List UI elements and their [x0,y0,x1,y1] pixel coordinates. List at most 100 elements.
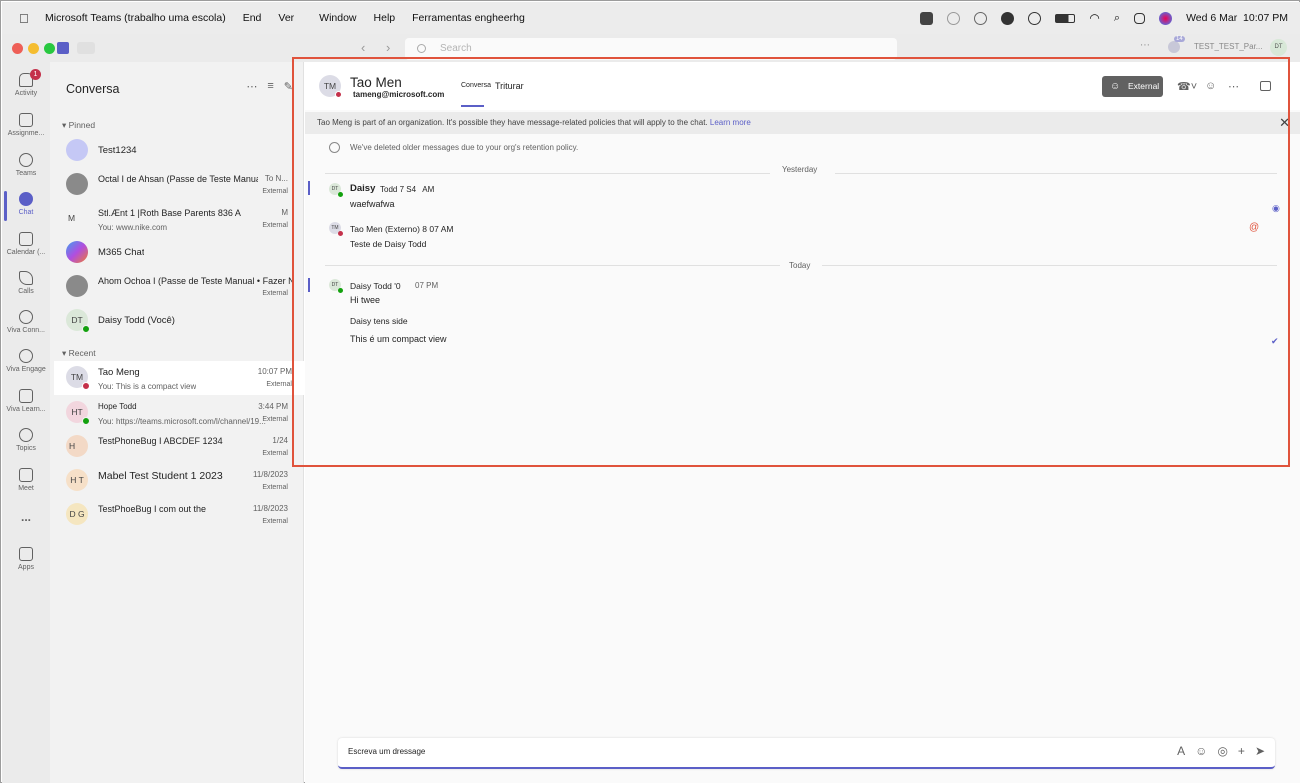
new-chat-icon[interactable]: ✎ [284,80,293,93]
minimize-window-button[interactable] [28,43,39,54]
filter-icon[interactable]: ≡ [267,80,273,93]
message-text[interactable]: This é um compact view [350,334,447,344]
forward-arrow-icon[interactable]: › [386,40,390,55]
menu-item-tools[interactable]: Ferramentas engheerhg [412,12,525,24]
clock[interactable]: Wed 6 Mar 10:07 PM [1186,12,1288,24]
close-window-button[interactable] [12,43,23,54]
chat-time: 1/24 [272,436,288,445]
chat-name: Tao Meng [98,367,140,378]
pinned-section-header[interactable]: ▾ Pinned [62,120,95,131]
list-item[interactable]: DT Daisy Todd (Você) [54,304,300,338]
add-people-icon[interactable]: ☺ [1205,80,1216,92]
wifi-icon[interactable]: ◠ [1089,11,1099,25]
rail-more[interactable]: ... [2,510,50,548]
active-tab-indicator [461,105,484,107]
loop-icon[interactable]: ◎ [1217,744,1227,758]
message-text[interactable]: Teste de Daisy Todd [350,239,426,249]
battery-icon[interactable] [1055,13,1076,23]
app-status-icon[interactable] [920,11,934,25]
learn-more-link[interactable]: Learn more [710,118,751,127]
teams-window:  Microsoft Teams (trabalho uma escola) … [0,0,1300,783]
close-icon[interactable]: ✕ [1279,112,1290,134]
list-item[interactable]: H TestPhoneBug I ABCDEF 1234 1/24 Extern… [54,430,300,464]
shield-icon[interactable] [974,11,988,25]
notifications-icon[interactable] [1168,41,1180,53]
list-item[interactable]: Octal I de Ahsan (Passe de Teste Manual)… [54,168,300,202]
search-input[interactable]: Search [405,38,897,60]
menu-item-window[interactable]: Window [319,12,356,24]
format-icon[interactable]: A [1177,744,1185,758]
recent-section-header[interactable]: ▾ Recent [62,348,96,359]
call-icon[interactable]: ☎˅ [1177,80,1197,93]
list-item[interactable]: H T Mabel Test Student 1 2023 11/8/2023 … [54,464,300,498]
external-label: External [262,450,288,457]
status-available-icon [82,325,90,333]
divider [325,173,770,174]
globe-icon[interactable] [947,11,961,25]
emoji-icon[interactable]: ☺ [1195,744,1207,758]
gear-status-icon[interactable] [1001,11,1015,25]
message-text[interactable]: Daisy tens side [350,316,408,326]
menu-item-help[interactable]: Help [374,12,396,24]
chat-time: M [281,208,288,217]
rail-calendar[interactable]: Calendar (... [2,229,50,267]
chat-list-tools: ⋯ ≡ ✎ [246,80,293,93]
rail-viva-engage[interactable]: Viva Engage [2,346,50,384]
attach-plus-icon[interactable]: + [1238,744,1245,758]
rail-assignments[interactable]: Assignme... [2,110,50,148]
rail-meet[interactable]: Meet [2,465,50,503]
list-item[interactable]: Test1234 [54,134,300,168]
tab-conversa[interactable]: Conversa [461,82,491,89]
send-icon[interactable]: ➤ [1255,744,1265,758]
message-text[interactable]: Hi twee [350,295,380,305]
list-item[interactable]: Ahom Ochoa I (Passe de Teste Manual • Fa… [54,270,300,304]
menu-app-name[interactable]: Microsoft Teams (trabalho uma escola) [45,12,226,24]
rail-label: Viva Learn... [6,406,46,413]
menu-item-view[interactable]: Ver [278,12,294,24]
viva-engage-icon [19,349,33,363]
open-panel-icon[interactable] [1260,81,1271,91]
rail-label: Calls [18,288,34,295]
more-options-icon[interactable]: ⋯ [246,80,257,93]
list-item[interactable]: M Stl.Ænt 1 |Roth Base Parents 836 A You… [54,202,300,236]
rail-viva-connections[interactable]: Viva Conn... [2,307,50,345]
tab-triturar[interactable]: Triturar [495,81,524,91]
user-name[interactable]: TEST_TEST_Par... [1194,42,1262,51]
list-item[interactable]: D G TestPhoeBug I com out the 11/8/2023 … [54,498,300,532]
rail-topics[interactable]: Topics [2,425,50,463]
more-options-icon[interactable]: ⋯ [1228,80,1239,93]
seen-eye-icon: ◉ [1272,203,1280,213]
user-avatar[interactable]: DT [1270,39,1287,56]
menu-item-end[interactable]: End [243,12,262,24]
rail-apps[interactable]: Apps [2,544,50,582]
more-options-icon[interactable]: ⋯ [1140,40,1150,51]
contact-email: tameng@microsoft.com [353,90,445,99]
external-button[interactable]: ☺ External [1102,76,1163,97]
chat-time: 11/8/2023 [253,504,288,513]
rail-viva-learning[interactable]: Viva Learn... [2,386,50,424]
back-arrow-icon[interactable]: ‹ [361,40,365,55]
list-item[interactable]: HT Hope Todd You: https://teams.microsof… [54,396,300,430]
rail-label: Apps [18,564,34,571]
siri-icon[interactable] [1159,11,1173,25]
list-item[interactable]: TM Tao Meng You: This is a compact view … [54,361,304,395]
message-compose-box[interactable]: Escreva um dressage A ☺ ◎ + ➤ [338,738,1275,769]
status-available-icon [338,192,343,197]
maximize-window-button[interactable] [44,43,55,54]
message-author: Tao Men (Externo) 8 07 AM [350,224,454,234]
rail-teams[interactable]: Teams [2,150,50,188]
rail-calls[interactable]: Calls [2,268,50,306]
rail-chat[interactable]: Chat [2,189,50,227]
list-item[interactable]: M365 Chat [54,236,300,270]
chat-name: TestPhoneBug I ABCDEF 1234 [98,436,223,446]
rail-activity[interactable]: 1 Activity [2,69,50,108]
spotlight-icon[interactable]: ⌕ [1114,12,1120,25]
date-divider-yesterday: Yesterday [782,165,818,174]
chat-preview: You: https://teams.microsoft.com/l/chann… [98,417,266,426]
message-text[interactable]: waefwafwa [350,199,395,209]
apple-icon[interactable]:  [19,11,35,26]
rail-label: Activity [14,90,38,97]
play-icon[interactable] [1028,11,1042,25]
control-center-icon[interactable] [1134,12,1146,24]
plus-icon [19,547,33,561]
